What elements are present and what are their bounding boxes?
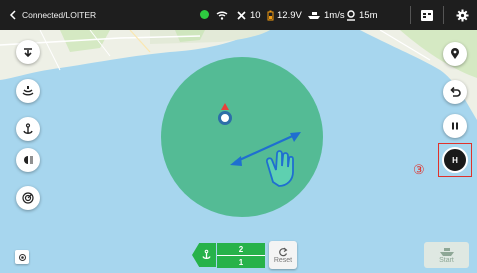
counter-bottom-value: 1 xyxy=(238,257,244,267)
settings-gear-icon[interactable] xyxy=(456,0,472,30)
battery-status: 12.9V xyxy=(267,0,302,30)
pause-icon[interactable] xyxy=(443,114,467,138)
loiter-circle-counter[interactable]: 2 1 xyxy=(217,243,265,268)
step-callout: ③ xyxy=(413,162,425,177)
sonar-icon[interactable] xyxy=(16,79,40,103)
calendar-icon[interactable] xyxy=(420,0,437,30)
start-button[interactable]: Start xyxy=(424,242,469,268)
back-icon[interactable] xyxy=(4,0,22,30)
boat-start-icon xyxy=(439,247,454,256)
anchor-icon[interactable] xyxy=(16,117,40,141)
satellite-status: 10 xyxy=(236,0,261,30)
gesture-hint xyxy=(230,132,301,187)
hand-icon xyxy=(265,150,294,187)
counter-top-value: 2 xyxy=(217,243,265,256)
radar-icon[interactable] xyxy=(16,186,40,210)
battery-icon xyxy=(267,10,274,20)
divider xyxy=(410,6,411,24)
distance-status: 15m xyxy=(346,0,377,30)
speed-status: 1m/s xyxy=(307,0,345,30)
return-icon[interactable] xyxy=(443,80,467,104)
connection-dot-icon xyxy=(200,10,209,19)
reset-button[interactable]: Reset xyxy=(269,241,297,269)
waypoint-download-icon[interactable] xyxy=(16,40,40,64)
light-icon[interactable] xyxy=(16,148,40,172)
boat-position-icon[interactable] xyxy=(218,111,232,125)
locate-me-icon[interactable] xyxy=(15,250,29,264)
app-window: Connected/LOITER 10 12.9V 1m/s 15m H ③ 2… xyxy=(0,0,477,273)
satellite-icon xyxy=(237,10,246,20)
boat-speed-icon xyxy=(308,12,320,19)
distance-pin-icon xyxy=(347,9,355,21)
hold-icon[interactable]: H xyxy=(442,147,468,173)
location-pin-icon[interactable] xyxy=(443,42,467,66)
refresh-icon xyxy=(279,247,288,256)
wifi-icon xyxy=(216,0,231,30)
boat-heading-icon xyxy=(221,103,229,110)
connection-status: Connected/LOITER xyxy=(22,10,97,20)
divider xyxy=(443,6,444,24)
